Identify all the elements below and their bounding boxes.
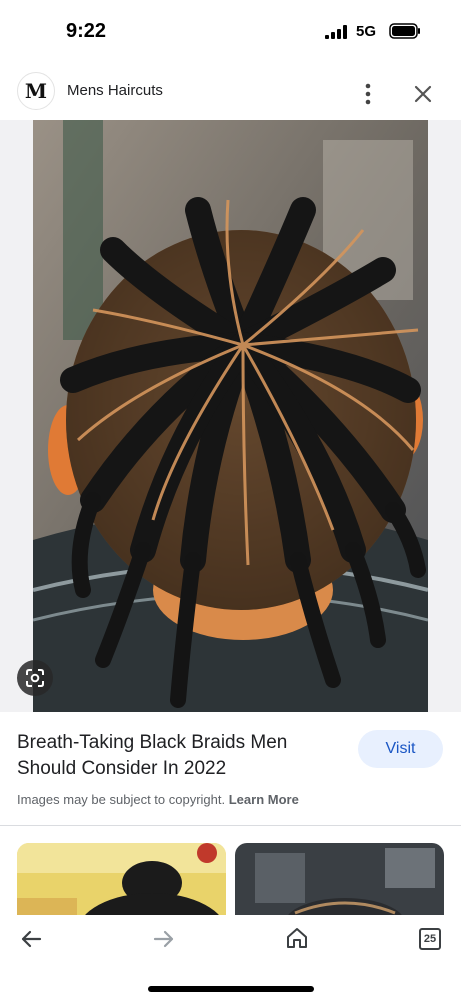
related-image-1[interactable]: [17, 843, 226, 923]
braids-illustration: [33, 120, 428, 712]
home-icon[interactable]: [285, 926, 309, 950]
related-image-2[interactable]: [235, 843, 444, 923]
lens-search-button[interactable]: [17, 660, 53, 696]
braids-photo[interactable]: [33, 120, 428, 712]
battery-full-icon: [389, 23, 420, 39]
tabs-count-button[interactable]: 25: [419, 928, 441, 950]
source-name[interactable]: Mens Haircuts: [67, 82, 163, 99]
divider: [0, 825, 461, 826]
status-time: 9:22: [66, 20, 107, 42]
learn-more-link[interactable]: Learn More: [229, 792, 299, 807]
close-icon[interactable]: [411, 82, 435, 106]
source-logo-letter: M: [24, 79, 48, 103]
result-title[interactable]: Breath-Taking Black Braids Men Should Co…: [17, 730, 337, 782]
copyright-notice: Images may be subject to copyright. Lear…: [17, 792, 299, 807]
back-arrow-icon[interactable]: [20, 928, 42, 950]
more-vert-icon[interactable]: [358, 80, 378, 108]
cellular-signal-icon: [325, 25, 347, 39]
copyright-text: Images may be subject to copyright.: [17, 792, 226, 807]
lens-icon: [26, 669, 44, 687]
forward-arrow-icon[interactable]: [153, 928, 175, 950]
network-type: 5G: [356, 23, 377, 40]
home-indicator[interactable]: [148, 986, 314, 992]
related-photo-1: [17, 843, 226, 923]
visit-button[interactable]: Visit: [358, 730, 443, 768]
related-photo-2: [235, 843, 444, 923]
source-logo[interactable]: M: [17, 72, 55, 110]
